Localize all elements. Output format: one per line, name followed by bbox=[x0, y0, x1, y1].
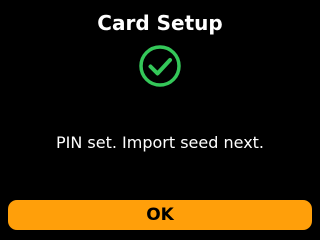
status-message: PIN set. Import seed next. bbox=[55, 133, 265, 152]
ok-button[interactable]: OK bbox=[8, 200, 312, 230]
ok-button-label: OK bbox=[146, 205, 174, 225]
check-circle-icon bbox=[138, 44, 182, 88]
screen-title: Card Setup bbox=[97, 11, 223, 35]
